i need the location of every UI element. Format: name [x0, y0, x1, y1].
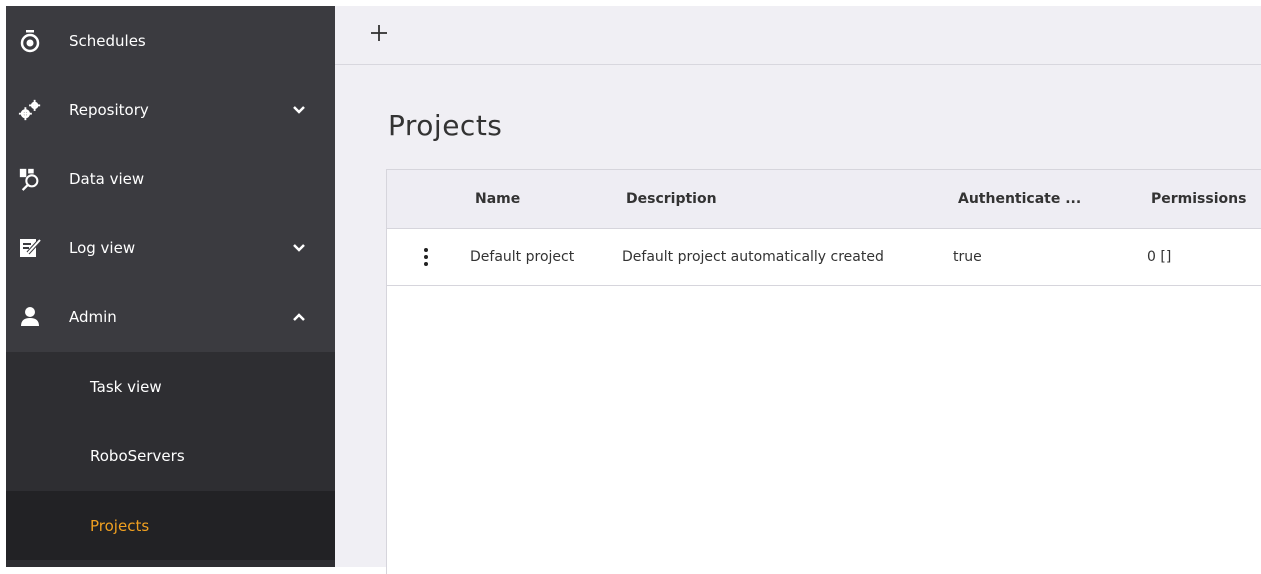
gears-icon — [18, 98, 42, 122]
table-row[interactable]: Default project Default project automati… — [387, 229, 1261, 286]
sidebar-item-roboservers[interactable]: RoboServers — [6, 421, 335, 490]
stopwatch-icon — [18, 29, 42, 53]
sidebar-subitem-label: Task view — [90, 377, 162, 396]
projects-table: Name Description Authenticate ... Permis… — [386, 169, 1261, 574]
sidebar-subitem-label: RoboServers — [90, 446, 185, 465]
cell-name: Default project — [470, 249, 575, 265]
sidebar: Schedules Repository Data view Log view … — [6, 6, 335, 567]
cell-authenticate: true — [953, 249, 982, 265]
main-content: Projects Name Description Authenticate .… — [335, 6, 1261, 574]
sidebar-item-admin[interactable]: Admin — [6, 282, 335, 351]
edit-log-icon — [18, 236, 42, 260]
sidebar-item-data-view[interactable]: Data view — [6, 144, 335, 213]
sidebar-item-schedules[interactable]: Schedules — [6, 6, 335, 75]
column-header-description[interactable]: Description — [626, 191, 717, 207]
page-title: Projects — [388, 109, 503, 142]
toolbar — [335, 6, 1261, 65]
sidebar-item-label: Schedules — [69, 31, 146, 50]
column-header-authenticate[interactable]: Authenticate ... — [958, 191, 1081, 207]
sidebar-item-label: Data view — [69, 169, 145, 188]
cell-description: Default project automatically created — [622, 249, 884, 265]
chevron-down-icon[interactable] — [292, 243, 306, 253]
chevron-up-icon[interactable] — [292, 312, 306, 322]
sidebar-item-projects[interactable]: Projects — [6, 491, 335, 560]
sidebar-item-label: Repository — [69, 100, 149, 119]
admin-submenu: Task view RoboServers Projects — [6, 352, 335, 567]
sidebar-item-label: Admin — [69, 307, 117, 326]
user-icon — [18, 305, 42, 329]
more-options-icon[interactable] — [421, 246, 431, 268]
sidebar-subitem-label: Projects — [90, 516, 150, 535]
sidebar-item-log-view[interactable]: Log view — [6, 213, 335, 282]
column-header-name[interactable]: Name — [475, 191, 520, 207]
sidebar-item-repository[interactable]: Repository — [6, 75, 335, 144]
table-header: Name Description Authenticate ... Permis… — [387, 170, 1261, 229]
chevron-down-icon[interactable] — [292, 105, 306, 115]
cell-permissions: 0 [] — [1147, 249, 1172, 265]
sidebar-item-label: Log view — [69, 238, 136, 257]
plus-icon[interactable] — [366, 20, 392, 46]
column-header-permissions[interactable]: Permissions — [1151, 191, 1246, 207]
data-search-icon — [18, 167, 42, 191]
sidebar-item-task-view[interactable]: Task view — [6, 352, 335, 421]
